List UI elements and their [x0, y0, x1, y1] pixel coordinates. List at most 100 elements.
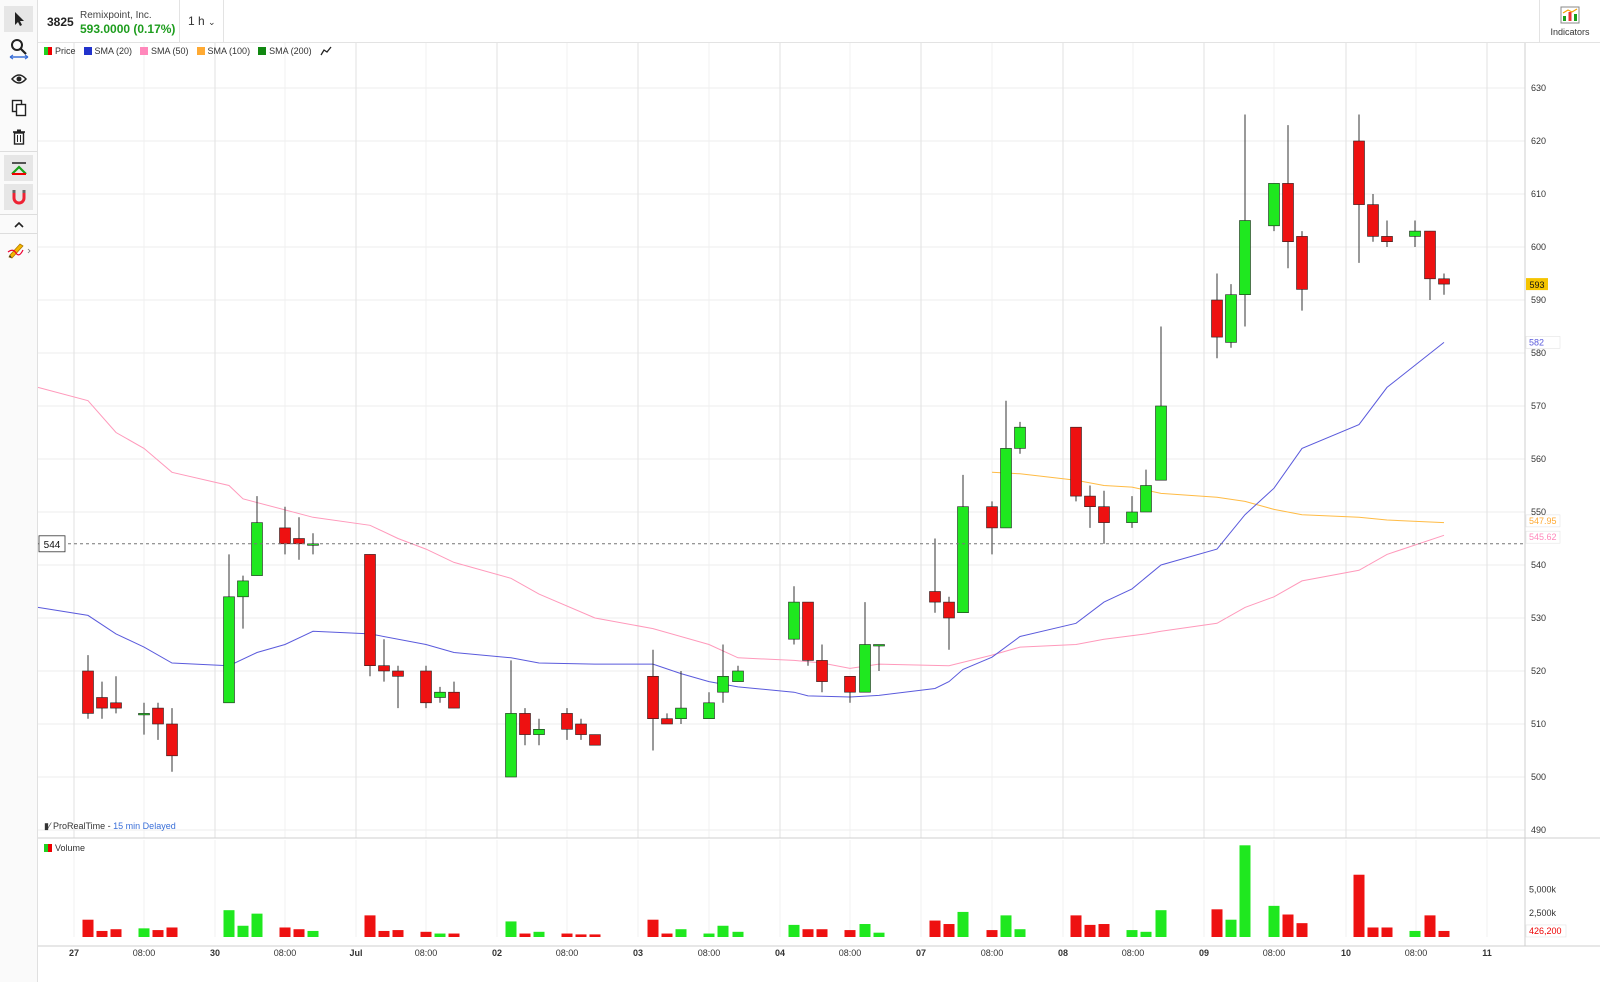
price-tick-label: 630 [1531, 83, 1546, 93]
candle-up [1225, 284, 1237, 348]
volume-bar [237, 925, 249, 937]
candle-up [533, 718, 545, 746]
volume-bar [364, 915, 376, 937]
sma100-line [991, 471, 1445, 524]
time-tick-label: 08:00 [981, 948, 1004, 958]
candle-body [96, 697, 108, 709]
candle-up [859, 602, 871, 693]
candle-body [1084, 495, 1096, 508]
time-tick-label: 08:00 [1122, 948, 1145, 958]
candle-down [110, 676, 122, 714]
candle-body [1126, 511, 1138, 523]
volume-bar [420, 931, 432, 937]
price-tick-label: 590 [1531, 295, 1546, 305]
time-tick-label: 08:00 [1263, 948, 1286, 958]
legend-sma200[interactable]: SMA (200) [258, 46, 312, 56]
candle-up [873, 644, 885, 671]
candle-up [223, 554, 235, 704]
chart-canvas[interactable]: 4905005105205305405505605705805906006106… [0, 0, 1600, 982]
time-tick-label: 09 [1199, 948, 1209, 958]
candle-body [844, 675, 856, 693]
volume-bar [986, 930, 998, 937]
candle-body [138, 713, 150, 716]
volume-bar [1098, 924, 1110, 937]
candle-body [1225, 294, 1237, 343]
legend-sma50[interactable]: SMA (50) [140, 46, 189, 56]
candle-body [1211, 299, 1223, 338]
sma-lines [37, 342, 1445, 698]
legend-price[interactable]: Price [44, 46, 76, 56]
volume-bar [251, 913, 263, 937]
candle-body [279, 527, 291, 545]
candle-body [82, 670, 94, 714]
volume-bar [1140, 931, 1152, 937]
candle-body [1000, 448, 1012, 529]
price-tick-label: 490 [1531, 825, 1546, 835]
candle-body [788, 601, 800, 640]
candle-body [434, 691, 446, 698]
volume-bar [1424, 915, 1436, 937]
candle-body [661, 718, 673, 725]
candle-down [82, 655, 94, 719]
candle-down [1381, 220, 1393, 247]
price-tick-label: 530 [1531, 613, 1546, 623]
sma50-line [37, 386, 1445, 669]
volume-bar [1014, 929, 1026, 937]
candle-down [448, 681, 460, 709]
candle-body [647, 675, 659, 719]
axis-labels: 4905005105205305405505605705805906006106… [44, 83, 1562, 958]
candle-down [96, 681, 108, 719]
candle-body [1367, 204, 1379, 237]
volume-bar [1126, 930, 1138, 937]
candle-down [378, 639, 390, 682]
candle-down [1367, 194, 1379, 242]
time-tick-label: 08:00 [133, 948, 156, 958]
candle-body [1098, 506, 1110, 523]
candle-body [166, 723, 178, 757]
volume-legend[interactable]: Volume [44, 843, 85, 853]
volume-bar [82, 919, 94, 937]
volume-bar [533, 931, 545, 937]
chart-type-icon[interactable] [320, 46, 332, 56]
volume-bar [1211, 909, 1223, 937]
candle-down [986, 501, 998, 555]
source-icon: ▮⁄ [44, 821, 51, 831]
candle-down [943, 596, 955, 650]
candle-down [802, 601, 814, 666]
legend-sma20[interactable]: SMA (20) [83, 46, 133, 56]
time-tick-label: 11 [1482, 948, 1492, 958]
volume-last-label: 426,200 [1529, 926, 1562, 936]
candle-body [675, 707, 687, 719]
volume-bar [1084, 924, 1096, 937]
legend-price-label: Price [55, 46, 76, 56]
volume-bar [647, 919, 659, 937]
legend-sma100-label: SMA (100) [207, 46, 251, 56]
candle-down [929, 538, 941, 613]
volume-bar [1409, 930, 1421, 937]
time-tick-label: Jul [349, 948, 362, 958]
time-tick-label: 04 [775, 948, 785, 958]
sma50-swatch [140, 47, 149, 55]
volume-bar [1282, 914, 1294, 937]
candle-up [788, 586, 800, 645]
legend: Price SMA (20) SMA (50) SMA (100) SMA (2… [44, 46, 332, 56]
time-tick-label: 08:00 [274, 948, 297, 958]
price-tick-label: 580 [1531, 348, 1546, 358]
candle-down [1353, 114, 1365, 263]
candles [82, 114, 1450, 778]
candle-down [561, 708, 573, 740]
candle-body [1282, 183, 1294, 242]
time-tick-label: 08:00 [1405, 948, 1428, 958]
volume-bar [859, 924, 871, 937]
legend-sma100[interactable]: SMA (100) [196, 46, 251, 56]
price-tick-label: 570 [1531, 401, 1546, 411]
legend-sma20-label: SMA (20) [94, 46, 133, 56]
candle-body [1353, 140, 1365, 205]
sma-value-label: 545.62 [1529, 532, 1557, 542]
volume-bar [1381, 927, 1393, 937]
volume-bar [279, 927, 291, 937]
candle-body [1296, 236, 1308, 290]
candle-up [717, 644, 729, 703]
sma100-swatch [196, 47, 205, 55]
candle-body [223, 596, 235, 704]
